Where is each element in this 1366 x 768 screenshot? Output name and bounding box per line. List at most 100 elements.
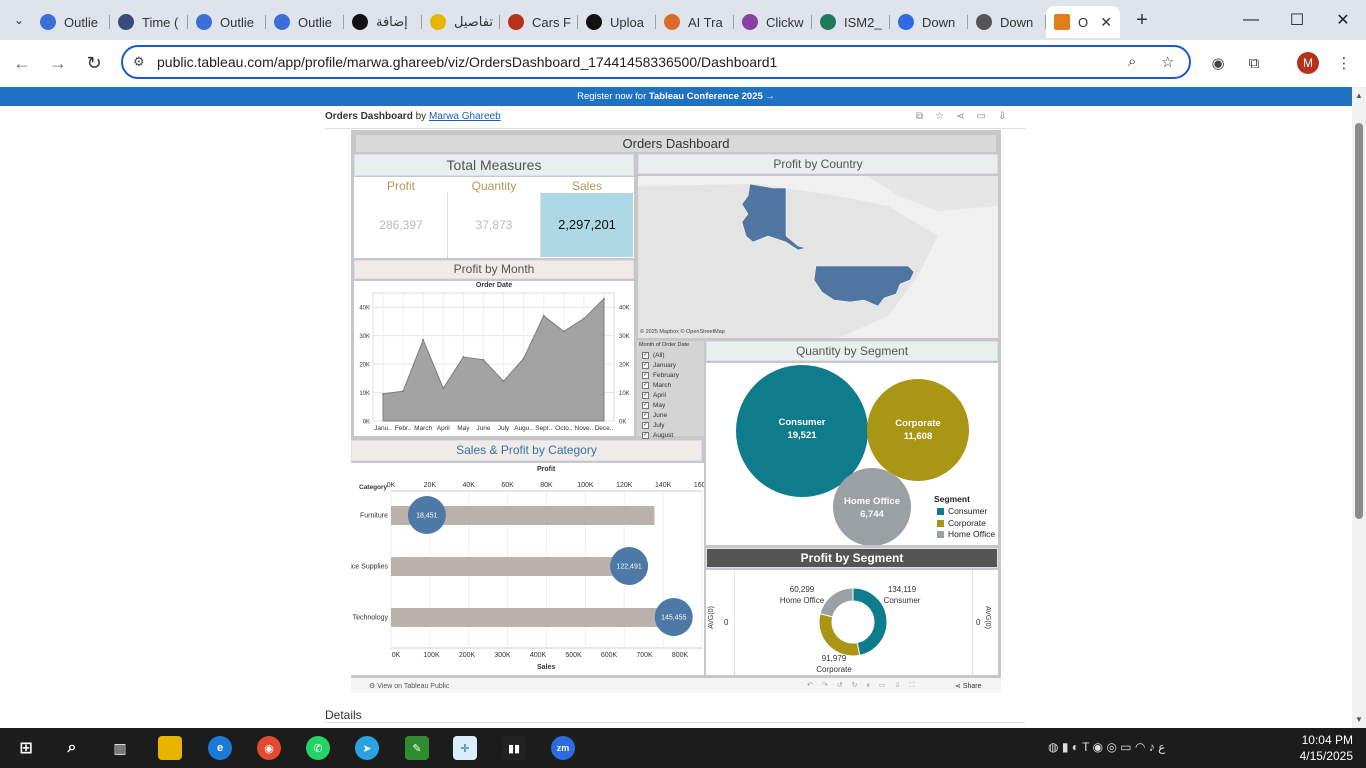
reload-icon[interactable]: ↻	[82, 51, 106, 75]
filter-item[interactable]: ✓ February	[642, 372, 679, 379]
new-tab-plus-icon[interactable]: +	[1128, 9, 1156, 32]
filter-item[interactable]: ✓ (All)	[642, 352, 665, 359]
scroll-thumb[interactable]	[1355, 123, 1363, 519]
revert-icon[interactable]: ↺	[837, 682, 852, 689]
month-point[interactable]	[482, 358, 485, 361]
system-clock[interactable]: 10:04 PM 4/15/2025	[1295, 732, 1353, 764]
details-heading[interactable]: Details	[325, 708, 362, 722]
edge-icon[interactable]: e	[208, 736, 232, 760]
share-button[interactable]: ⋖ Share	[955, 682, 982, 690]
sales-bar[interactable]	[391, 557, 647, 576]
tableau-app-icon[interactable]: ✛	[453, 736, 477, 760]
filter-item[interactable]: ✓ May	[642, 402, 665, 409]
month-point[interactable]	[582, 317, 585, 320]
tray-language-icon[interactable]: ع	[1158, 740, 1165, 754]
tab-search-chevron-down-icon[interactable]: ⌄	[6, 7, 32, 33]
bookmark-star-icon[interactable]: ☆	[1161, 53, 1174, 71]
filter-checkbox[interactable]: ✓	[642, 402, 649, 409]
filter-item[interactable]: ✓ January	[642, 362, 676, 369]
filter-item[interactable]: ✓ June	[642, 412, 667, 419]
tray-teams-icon[interactable]: T	[1082, 740, 1089, 754]
favorite-star-icon[interactable]: ☆	[935, 111, 956, 122]
filter-item[interactable]: ✓ July	[642, 422, 665, 429]
tab-3[interactable]: Outlie	[266, 6, 344, 38]
tray-battery-icon[interactable]: ▭	[1120, 740, 1131, 754]
file-explorer-icon[interactable]	[158, 736, 182, 760]
forward-arrow-icon[interactable]: →	[46, 51, 70, 75]
site-info-icon[interactable]: ⚙	[133, 54, 145, 70]
address-bar[interactable]: ⚙ public.tableau.com/app/profile/marwa.g…	[121, 45, 1191, 79]
page-scrollbar[interactable]: ▲ ▼	[1352, 87, 1366, 728]
tray-chrome-icon[interactable]: ◎	[1106, 740, 1116, 754]
back-arrow-icon[interactable]: ←	[10, 51, 34, 75]
menu-kebab-icon[interactable]: ⋮	[1333, 52, 1355, 74]
month-point[interactable]	[442, 387, 445, 390]
whatsapp-icon[interactable]: ✆	[306, 736, 330, 760]
tab-11[interactable]: Down	[890, 6, 968, 38]
donut-slice[interactable]	[818, 613, 861, 657]
scroll-down-icon[interactable]: ▼	[1355, 715, 1363, 724]
filter-checkbox[interactable]: ✓	[642, 362, 649, 369]
tray-audio-icon[interactable]: ▮	[1062, 740, 1069, 754]
tray-wifi-icon[interactable]: ◠	[1135, 740, 1145, 754]
zoom-icon[interactable]: ⌕	[1128, 53, 1136, 70]
view-on-tableau-public[interactable]: ⚙ View on Tableau Public	[369, 682, 449, 690]
month-area-chart[interactable]: 0K 0K 10K 10K 20K 20K 30K 30K 40K 40K Janu.. Febr..…	[354, 281, 634, 436]
tray-volume-icon[interactable]: ♪	[1149, 740, 1155, 754]
month-point[interactable]	[502, 380, 505, 383]
tab-0[interactable]: Outlie	[32, 6, 110, 38]
filter-item[interactable]: ✓ March	[642, 382, 671, 389]
close-tab-icon[interactable]: ✕	[1100, 14, 1112, 31]
filter-checkbox[interactable]: ✓	[642, 422, 649, 429]
profit-area[interactable]	[382, 297, 605, 422]
kpi-value-quantity[interactable]: 37,873	[448, 193, 540, 257]
windows-start-icon[interactable]: ⊞	[14, 736, 38, 760]
download-icon[interactable]: ⇩	[895, 682, 910, 689]
comment-icon[interactable]: ▭	[977, 111, 998, 122]
tab-7[interactable]: Uploa	[578, 6, 656, 38]
month-point[interactable]	[603, 297, 605, 300]
undo-icon[interactable]: ↶	[807, 682, 822, 689]
maximize-icon[interactable]: ☐	[1274, 0, 1320, 40]
tab-4[interactable]: إضافة	[344, 6, 422, 38]
refresh-icon[interactable]: ↻	[852, 682, 867, 689]
tab-active[interactable]: O ✕	[1046, 6, 1120, 38]
comment-icon[interactable]: ▭	[879, 682, 895, 689]
tray-app-icon[interactable]: ◉	[1093, 740, 1103, 754]
filter-checkbox[interactable]: ✓	[642, 412, 649, 419]
month-point[interactable]	[462, 356, 465, 358]
legend-corporate[interactable]: Corporate	[937, 518, 986, 528]
extensions-puzzle-icon[interactable]: ⧉	[1243, 52, 1265, 74]
share-icon[interactable]: ⋖	[956, 111, 976, 122]
filter-checkbox[interactable]: ✓	[642, 372, 649, 379]
profile-avatar[interactable]: M	[1297, 52, 1319, 74]
month-point[interactable]	[422, 338, 425, 341]
tray-zoom-icon[interactable]: ◍	[1048, 740, 1058, 754]
month-point[interactable]	[542, 314, 545, 317]
pause-icon[interactable]: ⏸	[867, 682, 880, 689]
minimize-icon[interactable]: —	[1228, 0, 1274, 40]
close-window-icon[interactable]: ✕	[1320, 0, 1366, 40]
tab-10[interactable]: ISM2_	[812, 6, 890, 38]
chrome-icon[interactable]: ◉	[257, 736, 281, 760]
tab-8[interactable]: AI Tra	[656, 6, 734, 38]
kpi-value-sales[interactable]: 2,297,201	[541, 193, 633, 257]
task-view-icon[interactable]: ▥	[108, 736, 132, 760]
category-bar-chart[interactable]: 0K 20K 40K 60K 80K 100K 120K 140K 160K 0K 100K 200K…	[351, 463, 704, 675]
tab-1[interactable]: Time (	[110, 6, 188, 38]
filter-item[interactable]: ✓ April	[642, 392, 666, 399]
author-link[interactable]: Marwa Ghareeb	[429, 111, 501, 122]
audio-app-icon[interactable]: ▮▮	[502, 736, 526, 760]
tab-6[interactable]: Cars F	[500, 6, 578, 38]
conference-banner[interactable]: Register now for Tableau Conference 2025…	[0, 87, 1352, 106]
month-point[interactable]	[522, 357, 525, 360]
legend-home-office[interactable]: Home Office	[937, 529, 995, 539]
legend-consumer[interactable]: Consumer	[937, 506, 987, 516]
filter-item[interactable]: ✓ August	[642, 432, 673, 439]
download-icon[interactable]: ⇩	[998, 111, 1018, 122]
tab-9[interactable]: Clickw	[734, 6, 812, 38]
redo-icon[interactable]: ↷	[822, 682, 837, 689]
filter-checkbox[interactable]: ✓	[642, 432, 649, 439]
filter-checkbox[interactable]: ✓	[642, 382, 649, 389]
profit-map[interactable]: © 2025 Mapbox © OpenStreetMap	[638, 176, 998, 338]
